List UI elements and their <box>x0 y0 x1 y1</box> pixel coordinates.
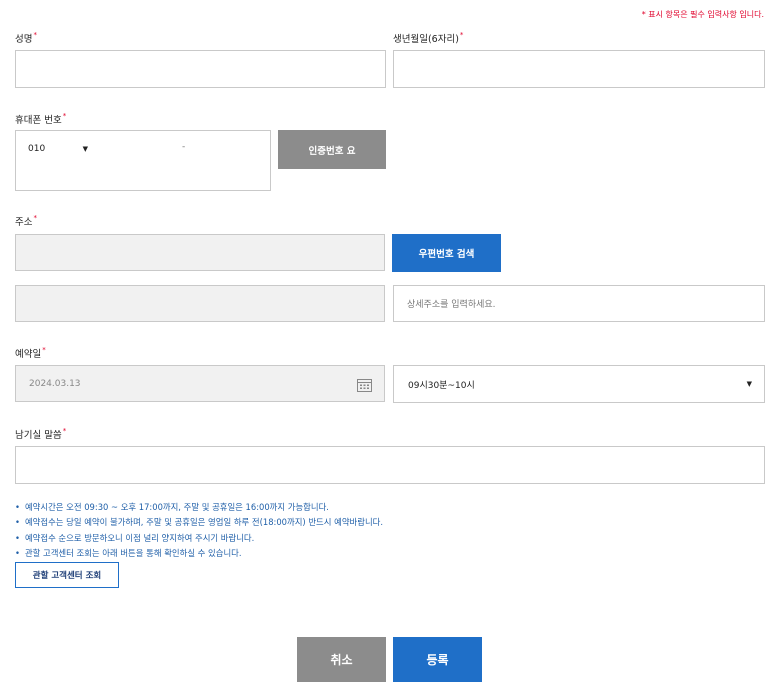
required-star: * <box>33 31 37 39</box>
postcode-search-button[interactable]: 우편번호 검색 <box>392 234 501 272</box>
service-center-lookup-button[interactable]: 관할 고객센터 조회 <box>15 562 119 588</box>
caret-down-icon: ▼ <box>82 145 88 153</box>
reservation-label-text: 예약일 <box>15 349 42 360</box>
verify-code-button[interactable]: 인증번호 요 <box>278 130 386 169</box>
birth-label-text: 생년월일(6자리) <box>393 34 459 45</box>
phone-middle-input[interactable] <box>101 139 176 157</box>
phone-last-input[interactable] <box>192 139 267 157</box>
phone-field-group: 010 ▼ - <box>15 130 271 191</box>
required-star: * <box>33 214 37 222</box>
notice-item: 관할 고객센터 조회는 아래 버튼을 통해 확인하실 수 있습니다. <box>15 546 383 561</box>
reservation-date-input[interactable]: 2024.03.13 <box>15 365 385 402</box>
required-star: * <box>42 346 46 354</box>
name-label-text: 성명 <box>15 34 33 45</box>
notice-item: 예약접수는 당일 예약이 불가하며, 주말 및 공휴일은 영업일 하루 전(18… <box>15 515 383 530</box>
name-input[interactable] <box>15 50 386 88</box>
name-label: 성명* <box>15 31 37 45</box>
postcode-input <box>15 234 385 271</box>
birth-label: 생년월일(6자리)* <box>393 31 463 45</box>
address-detail-input[interactable]: 상세주소를 입력하세요. <box>393 285 765 322</box>
submit-button[interactable]: 등록 <box>393 637 482 682</box>
address-label: 주소* <box>15 214 37 228</box>
message-label-text: 남기실 말씀 <box>15 430 62 441</box>
required-notice: * 표시 항목은 필수 입력사항 입니다. <box>641 10 764 19</box>
address-label-text: 주소 <box>15 217 33 228</box>
phone-prefix-select[interactable]: 010 ▼ <box>28 142 88 156</box>
phone-prefix-value: 010 <box>28 144 46 154</box>
reservation-label: 예약일* <box>15 346 46 360</box>
calendar-icon[interactable] <box>357 377 372 392</box>
required-star: * <box>62 112 67 120</box>
caret-down-icon: ▼ <box>746 380 752 388</box>
reservation-date-value: 2024.03.13 <box>29 378 81 389</box>
birth-input[interactable] <box>393 50 765 88</box>
phone-separator: - <box>182 142 186 152</box>
reservation-time-value: 09시30분~10시 <box>408 380 475 391</box>
notice-item: 예약접수 순으로 방문하오니 이점 널리 양지하여 주시기 바랍니다. <box>15 531 383 546</box>
reservation-time-select[interactable]: 09시30분~10시 ▼ <box>393 365 765 403</box>
message-input[interactable] <box>15 446 765 484</box>
phone-label: 휴대폰 번호* <box>15 112 66 126</box>
required-star: * <box>62 427 67 435</box>
message-label: 남기실 말씀* <box>15 427 66 441</box>
required-star: * <box>459 31 464 39</box>
address-detail-placeholder: 상세주소를 입력하세요. <box>407 300 496 310</box>
notice-list: 예약시간은 오전 09:30 ~ 오후 17:00까지, 주말 및 공휴일은 1… <box>15 500 383 561</box>
phone-label-text: 휴대폰 번호 <box>15 115 62 126</box>
notice-item: 예약시간은 오전 09:30 ~ 오후 17:00까지, 주말 및 공휴일은 1… <box>15 500 383 515</box>
cancel-button[interactable]: 취소 <box>297 637 386 682</box>
address-main-input <box>15 285 385 322</box>
